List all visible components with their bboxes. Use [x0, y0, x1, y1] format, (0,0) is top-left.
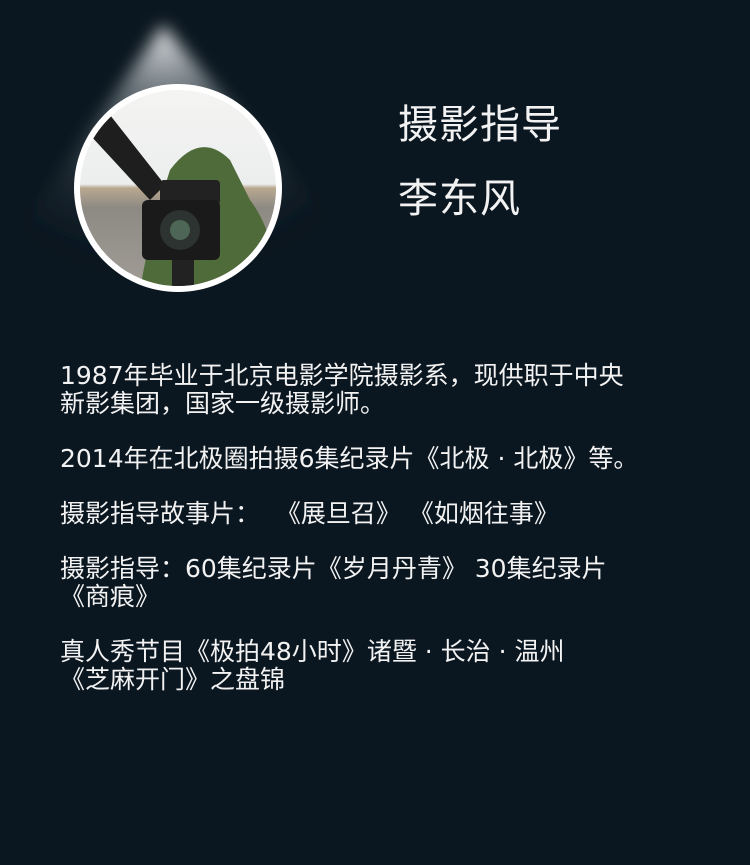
bio-paragraph: 真人秀节目《极拍48小时》诸暨 · 长治 · 温州 《芝麻开门》之盘锦 — [60, 637, 565, 694]
person-name: 李东风 — [398, 176, 521, 222]
bio-paragraph: 摄影指导：60集纪录片《岁月丹青》 30集纪录片 《商痕》 — [60, 554, 607, 611]
bio-paragraph: 2014年在北极圈拍摄6集纪录片《北极 · 北极》等。 — [60, 444, 639, 473]
biography: 1987年毕业于北京电影学院摄影系，现供职于中央 新影集团，国家一级摄影师。 2… — [60, 362, 720, 721]
bio-paragraph: 1987年毕业于北京电影学院摄影系，现供职于中央 新影集团，国家一级摄影师。 — [60, 361, 624, 418]
camera-operator-image — [90, 115, 273, 286]
bio-paragraph: 摄影指导故事片： 《展旦召》 《如烟往事》 — [60, 499, 559, 528]
cinematographer-photo — [74, 84, 282, 292]
role-title: 摄影指导 — [398, 102, 562, 148]
